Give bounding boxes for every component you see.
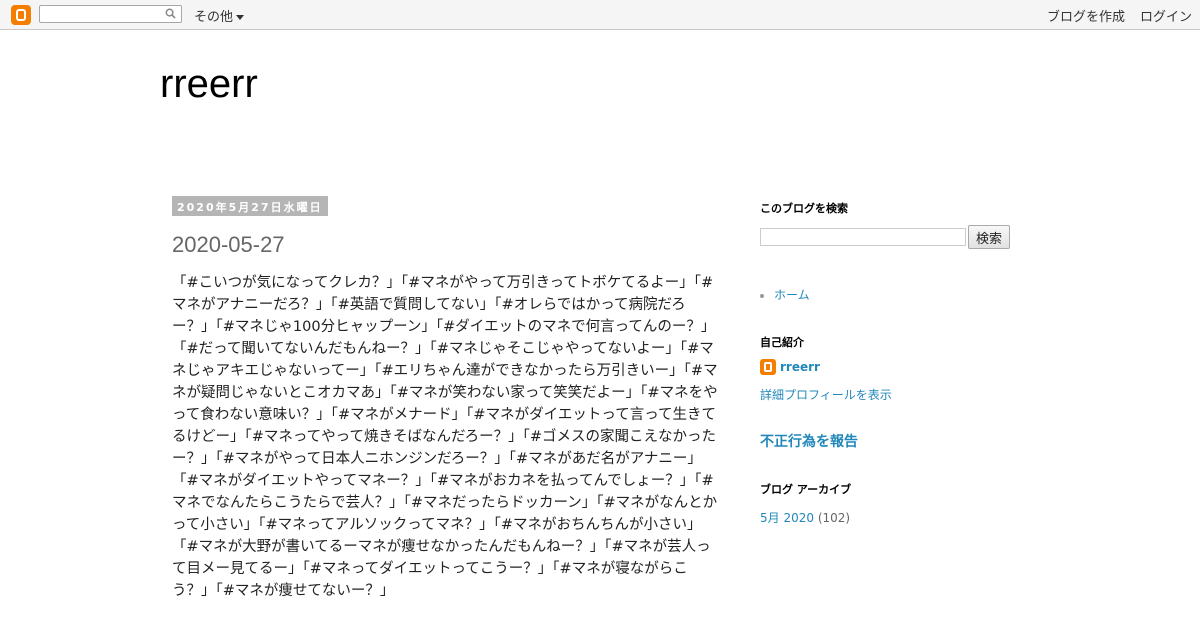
archive-post-count: (102) (817, 511, 851, 525)
navbar-search-input[interactable] (39, 5, 182, 23)
blogger-profile-icon (760, 359, 776, 375)
archive-widget-heading: ブログ アーカイブ (760, 483, 852, 496)
report-abuse-link[interactable]: 不正行為を報告 (760, 431, 858, 451)
blog-search-button[interactable]: 検索 (968, 225, 1010, 249)
profile-row: rreerr (760, 359, 820, 375)
view-full-profile-link[interactable]: 詳細プロフィールを表示 (760, 386, 892, 403)
blog-search-input[interactable] (760, 228, 966, 246)
blogger-logo-icon[interactable] (11, 5, 31, 25)
more-menu-label: その他 (194, 10, 234, 25)
profile-name-link[interactable]: rreerr (780, 360, 820, 374)
more-menu-button[interactable]: その他 (194, 6, 245, 25)
blog-title[interactable]: rreerr (160, 62, 258, 107)
search-widget-heading: このブログを検索 (760, 202, 848, 215)
blogger-navbar: その他 ブログを作成 ログイン (0, 0, 1200, 30)
caret-down-icon (236, 15, 245, 20)
profile-widget-heading: 自己紹介 (760, 336, 804, 349)
create-blog-link[interactable]: ブログを作成 (1047, 6, 1125, 25)
archive-item: 5月 2020 (102) (760, 509, 850, 526)
home-link-label: ホーム (774, 288, 810, 302)
post-title[interactable]: 2020-05-27 (172, 232, 285, 258)
date-header: 2020年5月27日水曜日 (172, 196, 328, 216)
login-link[interactable]: ログイン (1140, 6, 1192, 25)
search-icon[interactable] (165, 8, 176, 19)
home-link[interactable]: ホーム (760, 286, 810, 303)
bullet-icon (760, 293, 764, 298)
archive-month-link[interactable]: 5月 2020 (760, 511, 814, 525)
post-body: 「#こいつが気になってクレカ？」「#マネがやって万引きってトボケてるよー」「#マ… (172, 275, 718, 599)
